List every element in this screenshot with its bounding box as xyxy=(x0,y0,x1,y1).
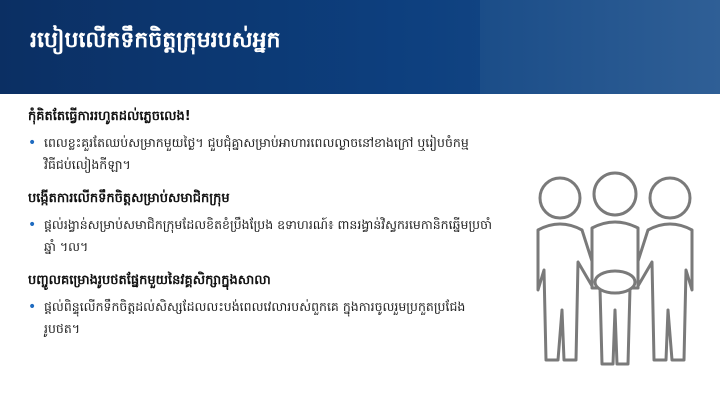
title-banner: របៀបលើកទឹកចិត្តក្រុមរបស់អ្នក xyxy=(0,0,720,94)
bullet-item: • ផ្តល់រង្វាន់សម្រាប់សមាជិកក្រុមដែលខិតខំ… xyxy=(28,214,498,258)
section-motivate-members: បង្កើតការលើកទឹកចិត្តសម្រាប់សមាជិកក្រុម •… xyxy=(28,190,498,258)
bullet-text: ផ្តល់រង្វាន់សម្រាប់សមាជិកក្រុមដែលខិតខំប្… xyxy=(44,217,493,254)
bullet-text: ផ្តល់ពិន្ទុលើកទឹកចិត្តដល់សិស្សដែលលះបង់ពេ… xyxy=(44,299,466,336)
bullet-dot-icon: • xyxy=(28,135,37,151)
bullet-dot-icon: • xyxy=(28,217,37,233)
bullet-item: • ពេលខ្លះគួរតែឈប់សម្រាកមួយថ្ងៃ។ ជួបជុំគ្… xyxy=(28,132,498,176)
content-body: កុំគិតតែធ្វើការរហូតដល់ភ្លេចលេង! • ពេលខ្ល… xyxy=(28,108,498,354)
section-heading: បង្កើតការលើកទឹកចិត្តសម្រាប់សមាជិកក្រុម xyxy=(28,191,230,206)
section-photo-project: បញ្ចូលគម្រោងរូបថតផ្នែកមួយនៃវគ្គសិក្សាក្ន… xyxy=(28,272,498,340)
section-take-breaks: កុំគិតតែធ្វើការរហូតដល់ភ្លេចលេង! • ពេលខ្ល… xyxy=(28,108,498,176)
teamwork-hands-together-icon xyxy=(536,171,694,366)
bullet-item: • ផ្តល់ពិន្ទុលើកទឹកចិត្តដល់សិស្សដែលលះបង់… xyxy=(28,296,498,340)
section-heading: កុំគិតតែធ្វើការរហូតដល់ភ្លេចលេង! xyxy=(28,109,191,124)
section-heading: បញ្ចូលគម្រោងរូបថតផ្នែកមួយនៃវគ្គសិក្សាក្ន… xyxy=(28,273,271,288)
bullet-dot-icon: • xyxy=(28,299,37,315)
banner-accent-panel xyxy=(480,0,720,94)
bullet-text: ពេលខ្លះគួរតែឈប់សម្រាកមួយថ្ងៃ។ ជួបជុំគ្នា… xyxy=(44,135,469,172)
page-title: របៀបលើកទឹកចិត្តក្រុមរបស់អ្នក xyxy=(30,28,281,53)
